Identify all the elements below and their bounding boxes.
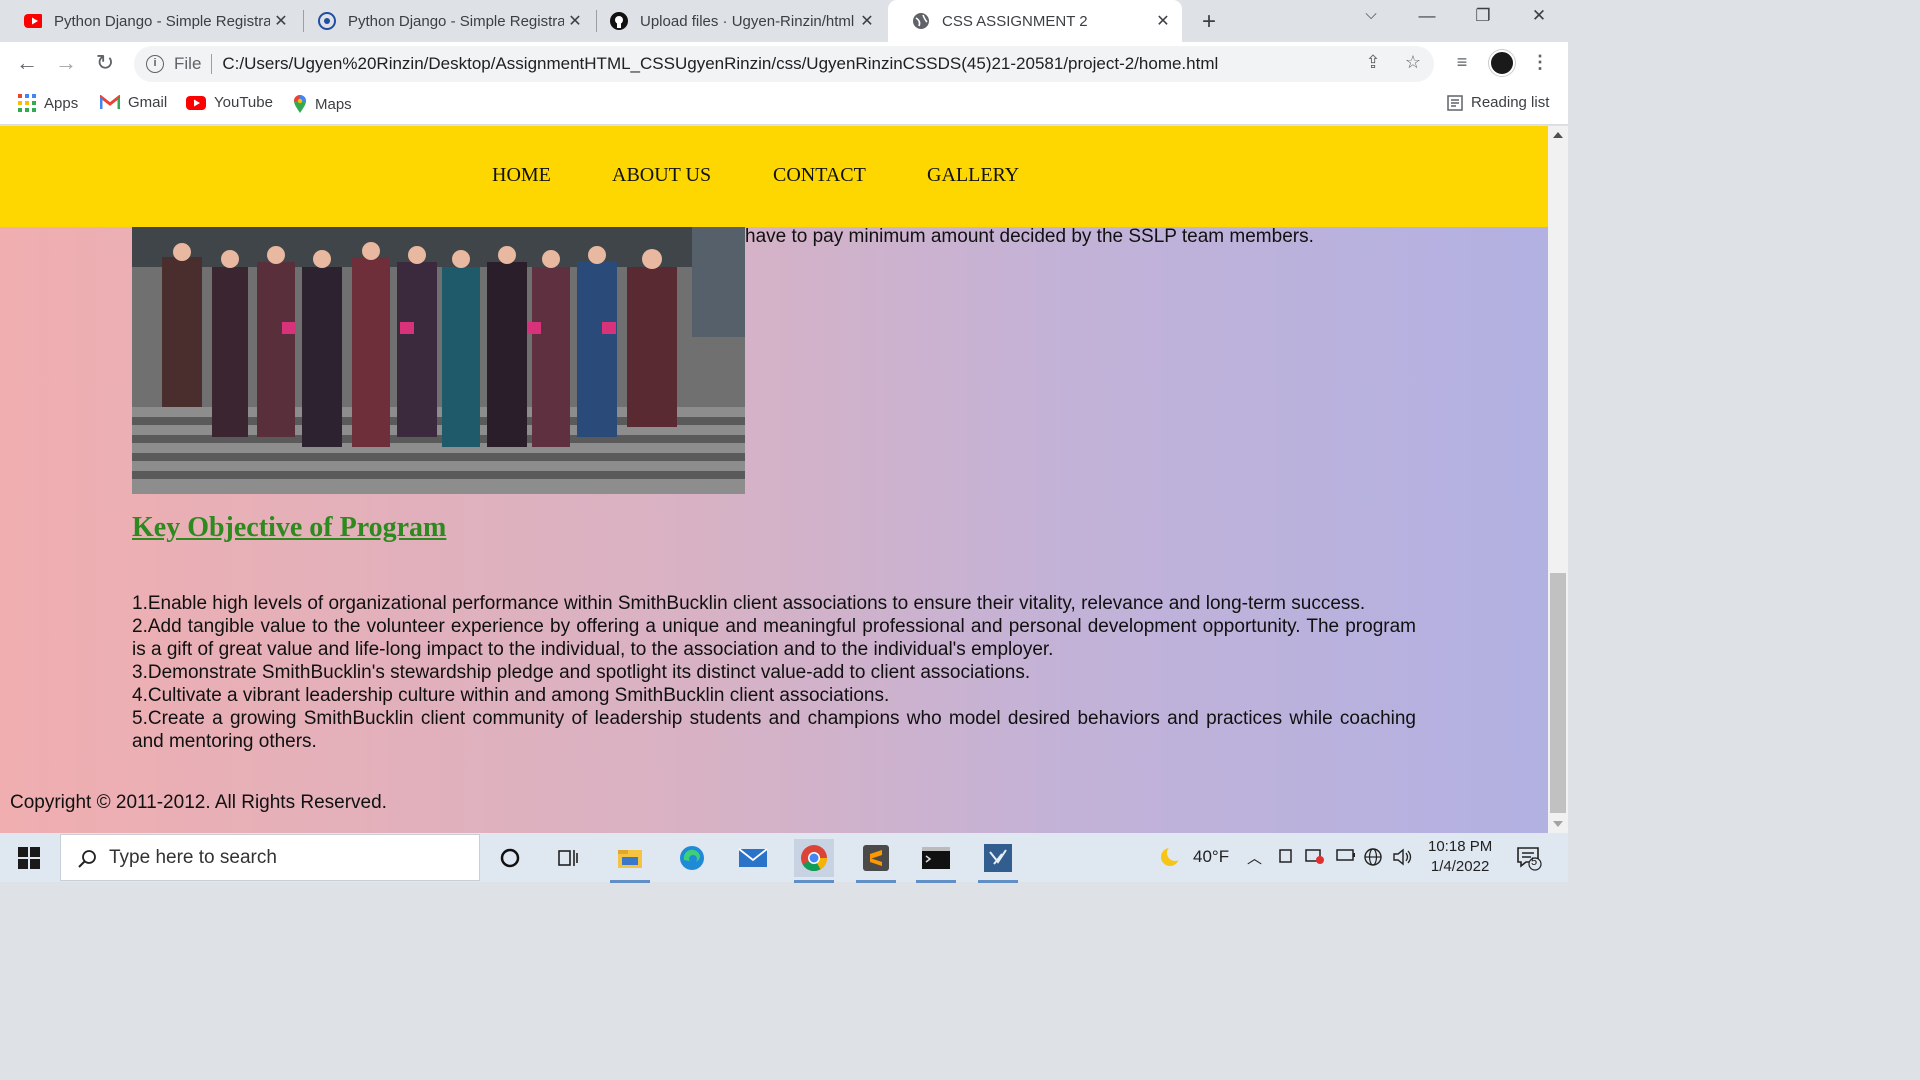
github-icon bbox=[610, 12, 628, 30]
nav-about-link[interactable]: ABOUT US bbox=[612, 164, 711, 187]
clock-time: 10:18 PM bbox=[1428, 838, 1493, 855]
divider bbox=[211, 54, 213, 74]
objective-item: 2.Add tangible value to the volunteer ex… bbox=[132, 616, 1416, 660]
browser-toolbar: ← → ↻ i File C:/Users/Ugyen%20Rinzin/Des… bbox=[0, 42, 1568, 85]
back-icon[interactable]: ← bbox=[14, 50, 40, 76]
meet-now-icon[interactable] bbox=[1278, 847, 1294, 870]
reload-icon[interactable]: ↻ bbox=[92, 50, 118, 76]
bookmark-star-icon[interactable]: ☆ bbox=[1400, 52, 1426, 73]
close-icon[interactable]: ✕ bbox=[856, 11, 878, 31]
bookmark-label: Gmail bbox=[128, 94, 168, 111]
group-photo bbox=[132, 227, 745, 494]
weather-moon-icon[interactable] bbox=[1158, 845, 1183, 874]
site-navbar: HOME ABOUT US CONTACT GALLERY bbox=[0, 126, 1548, 227]
page-viewport: HOME ABOUT US CONTACT GALLERY have to pa… bbox=[0, 126, 1548, 833]
apps-grid-icon bbox=[18, 94, 36, 112]
network-globe-icon[interactable] bbox=[1363, 847, 1383, 872]
tab-search-icon[interactable]: ⌵ bbox=[1348, 6, 1394, 23]
tab-1[interactable]: Python Django - Simple Registrat ✕ bbox=[294, 0, 594, 42]
notification-count-badge: 5 bbox=[1531, 856, 1538, 868]
mail-icon[interactable] bbox=[733, 839, 773, 877]
close-icon[interactable]: ✕ bbox=[564, 11, 586, 31]
url-text[interactable]: C:/Users/Ugyen%20Rinzin/Desktop/Assignme… bbox=[222, 54, 1218, 74]
tab-strip: Python Django - Simple Registrat ✕ Pytho… bbox=[0, 0, 1568, 42]
tab-3-active[interactable]: CSS ASSIGNMENT 2 ✕ bbox=[888, 0, 1182, 42]
vscode-icon[interactable] bbox=[978, 839, 1018, 883]
terminal-icon[interactable] bbox=[916, 839, 956, 883]
bookmark-label: Maps bbox=[315, 95, 352, 113]
reading-list-label: Reading list bbox=[1471, 94, 1550, 111]
address-bar[interactable]: i File C:/Users/Ugyen%20Rinzin/Desktop/A… bbox=[134, 46, 1434, 82]
scroll-down-arrow-icon[interactable] bbox=[1553, 821, 1563, 827]
edge-icon[interactable] bbox=[672, 839, 712, 877]
nav-contact-link[interactable]: CONTACT bbox=[773, 164, 866, 187]
tab-title: Python Django - Simple Registrat bbox=[54, 12, 270, 30]
maps-pin-icon bbox=[293, 94, 307, 114]
bookmark-gmail[interactable]: Gmail bbox=[100, 94, 167, 111]
youtube-icon bbox=[24, 12, 42, 30]
nav-gallery-link[interactable]: GALLERY bbox=[927, 164, 1019, 187]
reading-list-button[interactable]: Reading list bbox=[1447, 94, 1549, 111]
file-explorer-icon[interactable] bbox=[610, 839, 650, 883]
objectives-heading: Key Objective of Program bbox=[132, 512, 447, 543]
menu-icon[interactable]: ⋮ bbox=[1527, 52, 1553, 73]
gmail-icon bbox=[100, 95, 120, 110]
scrollbar-thumb[interactable] bbox=[1550, 573, 1566, 813]
search-placeholder: Type here to search bbox=[109, 846, 277, 868]
scroll-up-arrow-icon[interactable] bbox=[1553, 132, 1563, 138]
nav-home-link[interactable]: HOME bbox=[492, 164, 551, 187]
close-icon[interactable]: ✕ bbox=[1152, 11, 1174, 31]
system-clock[interactable]: 10:18 PM 1/4/2022 bbox=[1428, 837, 1492, 877]
bookmark-youtube[interactable]: YouTube bbox=[186, 94, 273, 111]
scheme-label: File bbox=[174, 54, 202, 73]
new-tab-button[interactable]: + bbox=[1196, 8, 1222, 36]
tab-0[interactable]: Python Django - Simple Registrat ✕ bbox=[0, 0, 300, 42]
restore-icon[interactable]: ❐ bbox=[1460, 6, 1506, 26]
copyright-footer: Copyright © 2011-2012. All Rights Reserv… bbox=[10, 792, 387, 813]
media-control-icon[interactable]: ≡ bbox=[1449, 52, 1475, 73]
bookmark-maps[interactable]: Maps bbox=[293, 94, 352, 114]
windows-taskbar: Type here to search 40°F ︿ 10:18 PM 1/4/… bbox=[0, 833, 1568, 883]
bookmark-label: Apps bbox=[44, 94, 79, 112]
globe-icon bbox=[912, 12, 930, 30]
weather-temperature[interactable]: 40°F bbox=[1193, 847, 1229, 867]
share-icon[interactable]: ⇪ bbox=[1360, 52, 1386, 73]
taskbar-search-box[interactable]: Type here to search bbox=[60, 834, 480, 881]
reading-list-icon bbox=[1447, 94, 1463, 111]
sublime-text-icon[interactable] bbox=[856, 839, 896, 883]
tab-title: Upload files · Ugyen-Rinzin/html bbox=[640, 12, 855, 30]
intro-text-fragment: have to pay minimum amount decided by th… bbox=[745, 226, 1314, 247]
tab-title: CSS ASSIGNMENT 2 bbox=[942, 12, 1088, 30]
bookmark-apps[interactable]: Apps bbox=[18, 94, 78, 112]
search-icon bbox=[77, 849, 96, 868]
objective-item: 5.Create a growing SmithBucklin client c… bbox=[132, 708, 1416, 752]
security-alert-icon[interactable] bbox=[1305, 847, 1325, 870]
objective-item: 4.Cultivate a vibrant leadership culture… bbox=[132, 685, 890, 706]
site-icon bbox=[318, 12, 336, 30]
chrome-icon[interactable] bbox=[794, 839, 834, 883]
windows-start-icon[interactable] bbox=[18, 847, 40, 869]
objective-item: 1.Enable high levels of organizational p… bbox=[132, 593, 1366, 614]
objective-item: 3.Demonstrate SmithBucklin's stewardship… bbox=[132, 662, 1031, 683]
minimize-icon[interactable]: — bbox=[1404, 6, 1450, 26]
bookmarks-bar: Apps Gmail YouTube Maps Reading list bbox=[0, 85, 1568, 125]
show-hidden-icons-chevron-icon[interactable]: ︿ bbox=[1247, 847, 1262, 868]
battery-icon[interactable] bbox=[1336, 847, 1356, 867]
close-icon[interactable]: ✕ bbox=[270, 11, 292, 31]
profile-avatar[interactable] bbox=[1489, 50, 1515, 76]
cortana-icon[interactable] bbox=[490, 839, 530, 877]
objectives-list: 1.Enable high levels of organizational p… bbox=[132, 592, 1416, 753]
info-icon[interactable]: i bbox=[146, 55, 164, 73]
forward-icon[interactable]: → bbox=[53, 50, 79, 76]
volume-icon[interactable] bbox=[1392, 847, 1414, 872]
task-view-icon[interactable] bbox=[548, 839, 588, 877]
clock-date: 1/4/2022 bbox=[1430, 858, 1490, 875]
tab-title: Python Django - Simple Registrat bbox=[348, 12, 564, 30]
bookmark-label: YouTube bbox=[214, 94, 273, 111]
page-scrollbar[interactable] bbox=[1548, 126, 1568, 833]
youtube-icon bbox=[186, 95, 206, 110]
tab-2[interactable]: Upload files · Ugyen-Rinzin/html ✕ bbox=[586, 0, 886, 42]
window-close-icon[interactable]: ✕ bbox=[1516, 6, 1562, 26]
notification-center-icon[interactable]: 5 bbox=[1516, 845, 1542, 876]
